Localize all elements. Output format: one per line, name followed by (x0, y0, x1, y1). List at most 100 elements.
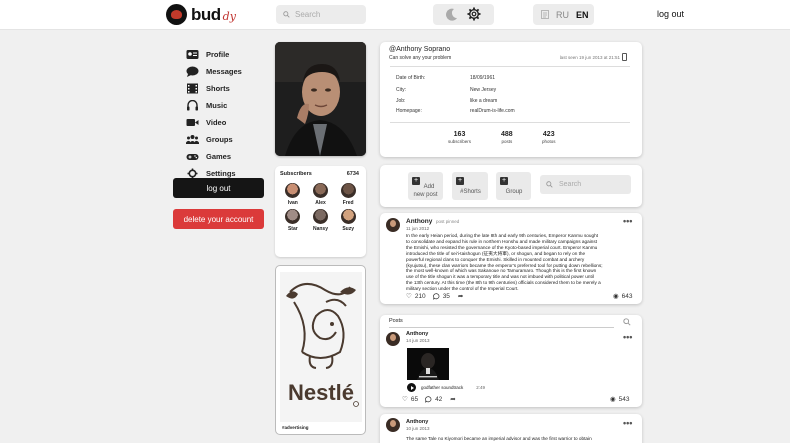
profile-icon (186, 50, 199, 59)
track-duration: 2:49 (476, 385, 486, 390)
logo[interactable]: bud dy (166, 4, 236, 25)
sidebar-item-profile[interactable]: Profile (186, 46, 242, 63)
sidebar-item-label: Music (206, 101, 228, 110)
video-icon (186, 119, 199, 126)
ad-image: Nestlé (280, 272, 362, 422)
settings-gear-icon[interactable] (467, 7, 481, 21)
subscriber-item[interactable]: Fred (334, 183, 362, 206)
search-icon[interactable] (623, 318, 631, 326)
phone-icon (622, 53, 627, 61)
homepage-value[interactable]: realDrum-is-life.com (470, 108, 515, 114)
theme-controls (433, 4, 494, 25)
sidebar-item-video[interactable]: Video (186, 114, 242, 131)
post-actions: ♡ 65 42 ➦ (402, 395, 456, 404)
sidebar-item-messages[interactable]: Messages (186, 63, 242, 80)
subscriber-name: Suzy (342, 226, 354, 232)
comments-count: 42 (435, 395, 443, 403)
subscriber-avatar (340, 183, 356, 198)
add-shorts-button[interactable]: + #Shorts (452, 172, 488, 200)
header-logout-link[interactable]: log out (657, 9, 684, 19)
pinned-post-card: Anthony post pinned 11 jun 2012 ••• In t… (380, 213, 642, 304)
subscriber-avatar (340, 209, 356, 224)
post-author-name[interactable]: Anthony (406, 419, 428, 425)
post-date: 11 jun 2012 (406, 226, 430, 231)
sidebar-item-label: Settings (206, 169, 236, 178)
sidebar-item-games[interactable]: Games (186, 148, 242, 165)
subscriber-avatar (285, 183, 301, 198)
post-menu-icon[interactable]: ••• (623, 332, 632, 342)
sidebar-item-label: Video (206, 118, 227, 127)
shorts-icon (187, 83, 198, 94)
post-views: ◉ 643 (613, 292, 633, 301)
post-text: In the early Heian period, during the la… (406, 233, 638, 292)
language-switcher: RU EN (533, 4, 594, 25)
stat-label: posts (501, 139, 513, 144)
advertising-card[interactable]: Nestlé #advertising (275, 265, 366, 435)
sidebar-item-label: Messages (206, 67, 242, 76)
moon-icon[interactable] (446, 8, 458, 21)
stat-label: subscribers (448, 139, 472, 144)
shorts-label: #Shorts (460, 189, 481, 195)
messages-icon (186, 66, 199, 77)
likes-count: 65 (410, 395, 419, 403)
subscriber-item[interactable]: Suzy (334, 209, 362, 232)
city-label: City: (396, 87, 406, 93)
lang-ru-option[interactable]: RU (556, 10, 569, 20)
subscribers-card: Subscribers 6734 Ivan Alex Fred Star Nansy Su… (275, 166, 366, 257)
track-title[interactable]: godfather soundtrack (421, 385, 463, 390)
stat-number: 488 (501, 131, 513, 138)
subscriber-item[interactable]: Alex (307, 183, 335, 206)
profile-username: @Anthony Soprano (389, 46, 451, 53)
comment-icon[interactable] (432, 292, 440, 300)
post-author-name[interactable]: Anthony (406, 331, 428, 337)
header-search-input[interactable]: Search (276, 5, 366, 24)
posts-search-input[interactable]: Search (540, 175, 631, 194)
audio-track: godfather soundtrack 2:49 (407, 383, 485, 392)
logout-button[interactable]: log out (173, 178, 264, 198)
post-author-avatar[interactable] (386, 418, 400, 432)
album-cover-image[interactable] (407, 348, 449, 380)
sidebar-item-groups[interactable]: Groups (186, 131, 242, 148)
heart-icon[interactable]: ♡ (406, 292, 412, 300)
post-menu-icon[interactable]: ••• (623, 216, 632, 226)
views-count: 543 (618, 395, 630, 403)
profile-photo (275, 42, 366, 156)
top-bar: bud dy Search RU EN log out (0, 0, 790, 30)
post-author-avatar[interactable] (386, 332, 400, 346)
last-seen: last seen 19 jun 2013 at 21:51 (559, 55, 620, 60)
homepage-label: Homepage: (396, 108, 422, 114)
posts-section-title: Posts (389, 318, 403, 324)
subscriber-item[interactable]: Nansy (307, 209, 335, 232)
sidebar-item-music[interactable]: Music (186, 97, 242, 114)
add-post-label-2: new post (413, 192, 438, 198)
profile-status: Can solve any your problem (389, 55, 452, 61)
subscriber-item[interactable]: Ivan (279, 183, 307, 206)
share-icon[interactable]: ➦ (450, 395, 455, 403)
profile-avatar[interactable] (275, 42, 366, 156)
post-author-name[interactable]: Anthony (406, 218, 432, 225)
add-post-button[interactable]: + Add new post (408, 172, 443, 200)
share-icon[interactable]: ➦ (458, 292, 463, 300)
subscriber-name: Fred (342, 200, 354, 206)
heart-icon[interactable]: ♡ (402, 395, 408, 403)
ad-brand-text: Nestlé (288, 380, 354, 405)
delete-account-button[interactable]: delete your account (173, 209, 264, 229)
subscriber-item[interactable]: Star (279, 209, 307, 232)
add-group-button[interactable]: + Group (496, 172, 531, 200)
stat-subscribers[interactable]: 163 subscribers (448, 131, 471, 144)
post-views: ◉ 543 (610, 395, 630, 404)
stat-photos[interactable]: 423 photos (542, 131, 556, 144)
comment-icon[interactable] (425, 395, 432, 403)
post-author-avatar[interactable] (386, 218, 400, 232)
stat-posts[interactable]: 488 posts (501, 131, 513, 144)
search-placeholder: Search (295, 10, 321, 19)
sidebar-item-shorts[interactable]: Shorts (186, 80, 242, 97)
subscriber-name: Star (287, 226, 298, 232)
post-menu-icon[interactable]: ••• (623, 418, 632, 428)
play-icon[interactable] (407, 383, 416, 392)
divider (390, 66, 630, 67)
post-text: The same Tale no Kiyomori became an impe… (406, 436, 592, 441)
post-actions: ♡ 210 35 ➦ (406, 292, 463, 301)
lang-en-option[interactable]: EN (576, 10, 589, 20)
subscriber-avatar (312, 183, 328, 198)
